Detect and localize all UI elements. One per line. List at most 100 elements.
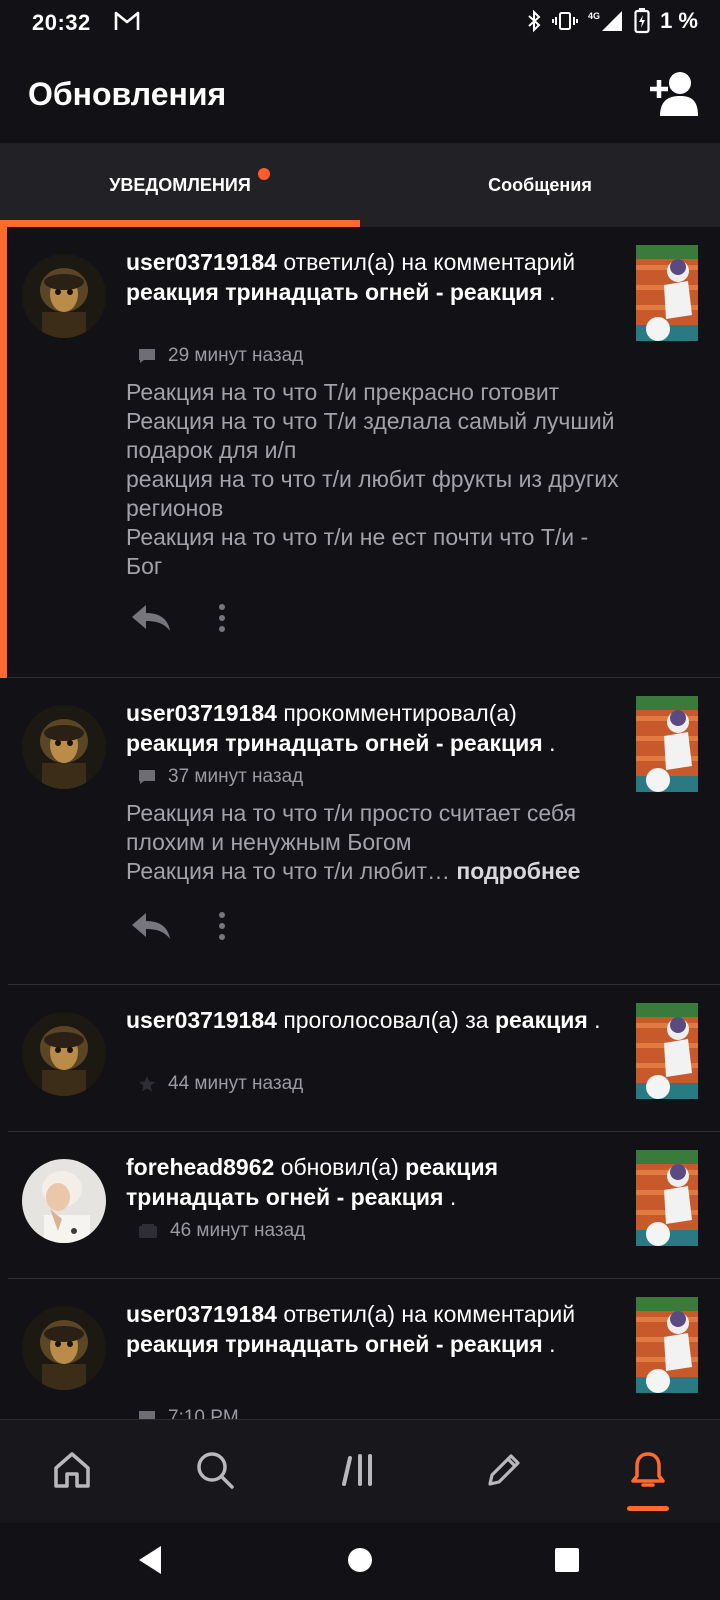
- library-icon: [342, 1454, 372, 1486]
- notification-item[interactable]: user03719184 ответил(а) на комментарий р…: [0, 1279, 720, 1419]
- action-text: обновил(а): [280, 1154, 399, 1180]
- battery-charging-icon: [634, 8, 650, 34]
- nav-search[interactable]: [191, 1446, 239, 1494]
- username-link[interactable]: user03719184: [126, 700, 277, 726]
- nav-home[interactable]: [48, 1446, 96, 1494]
- headline-suffix: .: [542, 279, 556, 305]
- unread-accent-bar: [0, 227, 7, 678]
- username-link[interactable]: forehead8962: [126, 1154, 274, 1180]
- notification-item[interactable]: user03719184 проголосовал(а) за реакция …: [0, 985, 720, 1132]
- home-icon: [54, 1452, 90, 1488]
- tab-messages[interactable]: Сообщения: [360, 143, 720, 227]
- vibrate-icon: [552, 12, 579, 30]
- recents-icon[interactable]: [553, 1543, 581, 1577]
- username-link[interactable]: user03719184: [126, 249, 277, 275]
- notification-headline: user03719184 прокомментировал(а) реакция…: [126, 698, 616, 758]
- tab-notifications-label: УВЕДОМЛЕНИЯ: [109, 174, 251, 195]
- avatar[interactable]: [22, 1306, 106, 1390]
- comment-icon: [139, 349, 155, 363]
- timestamp: 29 минут назад: [168, 345, 304, 366]
- action-text: ответил(а) на комментарий: [283, 249, 576, 275]
- notification-headline: forehead8962 обновил(а) реакция тринадца…: [126, 1152, 616, 1212]
- system-navigation: [0, 1523, 720, 1600]
- story-cover-thumbnail[interactable]: [636, 1003, 698, 1099]
- story-cover-thumbnail[interactable]: [636, 245, 698, 341]
- status-time: 20:32: [32, 10, 91, 35]
- notification-meta: 29 минут назад: [138, 345, 303, 367]
- headline-suffix: .: [542, 1331, 556, 1357]
- comment-preview: Реакция на то что т/и просто считает себ…: [126, 799, 626, 886]
- reply-icon[interactable]: [130, 911, 172, 941]
- back-icon[interactable]: [135, 1543, 165, 1577]
- bottom-navigation: [0, 1419, 720, 1524]
- notification-headline: user03719184 проголосовал(а) за реакция …: [126, 1005, 616, 1035]
- username-link[interactable]: user03719184: [126, 1301, 277, 1327]
- story-title-link[interactable]: реакция тринадцать огней - реакция: [126, 1331, 543, 1357]
- battery-percent: 1 %: [660, 8, 698, 33]
- headline-suffix: .: [587, 1007, 601, 1033]
- tab-bar: УВЕДОМЛЕНИЯ Сообщения: [0, 143, 720, 227]
- tab-messages-label: Сообщения: [488, 174, 592, 195]
- story-cover-thumbnail[interactable]: [636, 1150, 698, 1246]
- read-more-link[interactable]: подробнее: [450, 858, 580, 884]
- notification-item[interactable]: user03719184 ответил(а) на комментарий р…: [0, 227, 720, 678]
- action-text: ответил(а) на комментарий: [283, 1301, 576, 1327]
- bell-icon: [631, 1452, 665, 1487]
- status-icons: 4G 1 %: [526, 8, 698, 34]
- headline-suffix: .: [542, 730, 556, 756]
- avatar[interactable]: [22, 705, 106, 789]
- item-actions: [130, 911, 226, 941]
- avatar[interactable]: [22, 1012, 106, 1096]
- notification-meta: 37 минут назад: [138, 766, 303, 788]
- story-title-link[interactable]: реакция тринадцать огней - реакция: [126, 279, 543, 305]
- add-user-icon[interactable]: [648, 70, 698, 116]
- avatar[interactable]: [22, 1159, 106, 1243]
- comment-preview: Реакция на то что Т/и прекрасно готовит …: [126, 379, 619, 579]
- item-actions: [130, 603, 226, 633]
- timestamp: 7:10 PM: [168, 1407, 239, 1419]
- home-button-icon[interactable]: [346, 1543, 374, 1577]
- timestamp: 46 минут назад: [170, 1220, 306, 1241]
- headline-suffix: .: [443, 1184, 457, 1210]
- notification-meta: 44 минут назад: [138, 1073, 303, 1095]
- more-options-icon[interactable]: [218, 603, 226, 633]
- nav-library[interactable]: [336, 1446, 384, 1494]
- status-bar: 20:32 4G 1 %: [0, 0, 720, 48]
- signal-icon: 4G: [588, 11, 623, 31]
- page-title: Обновления: [28, 76, 227, 112]
- active-tab-indicator: [0, 220, 360, 227]
- action-text: прокомментировал(а): [283, 700, 517, 726]
- notification-meta: 46 минут назад: [138, 1220, 305, 1242]
- story-title-link[interactable]: реакция тринадцать огней - реакция: [126, 730, 543, 756]
- comment-icon: [139, 770, 155, 784]
- unread-dot: [258, 168, 270, 180]
- notification-item[interactable]: forehead8962 обновил(а) реакция тринадца…: [0, 1132, 720, 1279]
- notification-feed[interactable]: user03719184 ответил(а) на комментарий р…: [0, 227, 720, 1419]
- reply-icon[interactable]: [130, 603, 172, 633]
- timestamp: 44 минут назад: [168, 1073, 304, 1094]
- comment-icon: [139, 1411, 155, 1419]
- nav-write[interactable]: [480, 1446, 528, 1494]
- tab-notifications[interactable]: УВЕДОМЛЕНИЯ: [0, 143, 360, 227]
- username-link[interactable]: user03719184: [126, 1007, 277, 1033]
- update-icon: [139, 1224, 157, 1238]
- pencil-icon: [488, 1454, 520, 1486]
- notification-item[interactable]: user03719184 прокомментировал(а) реакция…: [0, 678, 720, 985]
- avatar[interactable]: [22, 254, 106, 338]
- app-header: Обновления: [0, 48, 720, 143]
- story-cover-thumbnail[interactable]: [636, 1297, 698, 1393]
- notification-headline: user03719184 ответил(а) на комментарий р…: [126, 1299, 616, 1359]
- active-nav-indicator: [627, 1506, 669, 1511]
- story-cover-thumbnail[interactable]: [636, 696, 698, 792]
- nav-notifications[interactable]: [624, 1446, 672, 1494]
- notification-headline: user03719184 ответил(а) на комментарий р…: [126, 247, 616, 307]
- bluetooth-icon: [528, 9, 541, 33]
- svg-text:4G: 4G: [588, 11, 600, 21]
- timestamp: 37 минут назад: [168, 766, 304, 787]
- gmail-icon: [114, 11, 140, 30]
- more-options-icon[interactable]: [218, 911, 226, 941]
- notification-meta: 7:10 PM: [138, 1407, 239, 1419]
- search-icon: [197, 1452, 234, 1489]
- story-title-link[interactable]: реакция: [495, 1007, 588, 1033]
- star-icon: [139, 1076, 155, 1092]
